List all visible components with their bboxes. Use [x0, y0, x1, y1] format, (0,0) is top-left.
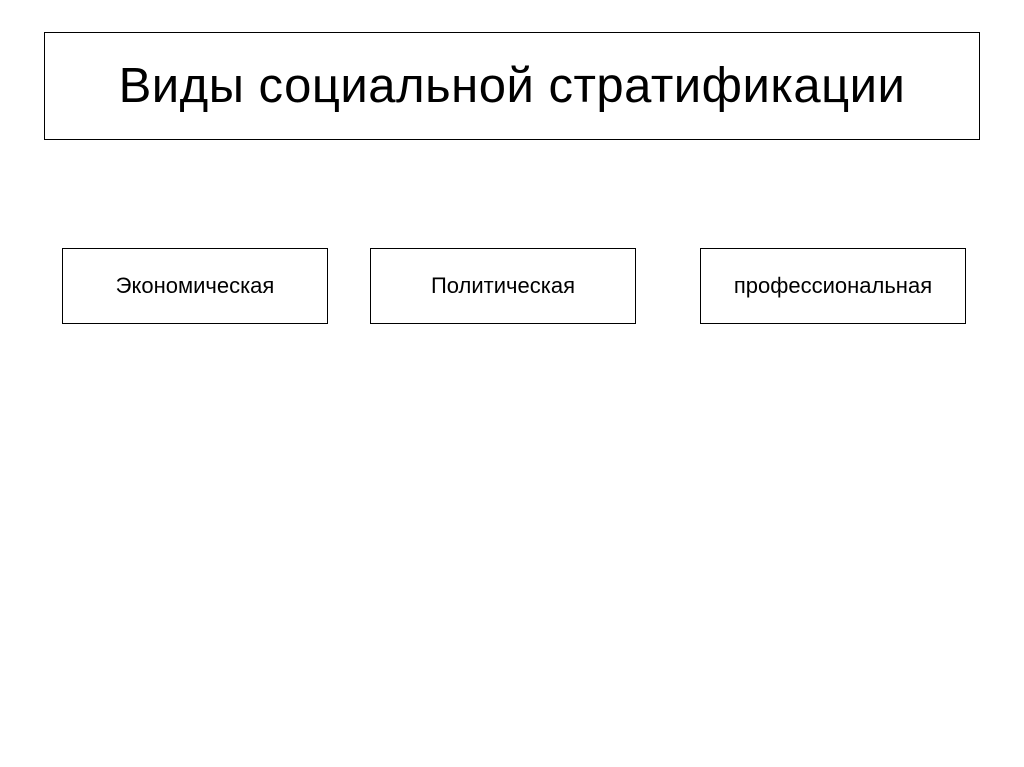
item-box-economic: Экономическая — [62, 248, 328, 324]
item-box-professional: профессиональная — [700, 248, 966, 324]
item-label: Экономическая — [116, 273, 275, 299]
items-row: Экономическая Политическая профессиональ… — [0, 248, 1024, 324]
title-container: Виды социальной стратификации — [44, 32, 980, 140]
item-label: Политическая — [431, 273, 575, 299]
item-box-political: Политическая — [370, 248, 636, 324]
page-title: Виды социальной стратификации — [119, 58, 906, 114]
item-label: профессиональная — [734, 273, 932, 299]
